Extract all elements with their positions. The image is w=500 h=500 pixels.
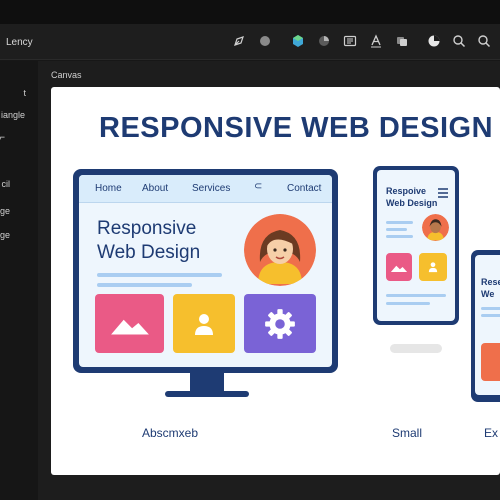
desktop-mockup: Home About Services ⊂ Contact Responsive… [73,169,338,373]
menu-icon [438,188,448,198]
cube-icon[interactable] [290,33,306,49]
pen-icon[interactable] [231,33,247,49]
canvas-headline: RESPONSIVE WEB DESIGN [99,112,494,144]
user-card [173,294,235,353]
panel-icon[interactable] [342,33,358,49]
tablet-screen: Respoive Web Design [377,170,455,321]
user-card [419,253,447,281]
nav-link-services[interactable]: Services [192,183,230,194]
tablet-label: Small [392,426,423,440]
chart-icon[interactable] [426,33,442,49]
text-placeholder-line [481,314,500,317]
canvas-label: Canvas [51,70,82,80]
nav-link-about[interactable]: About [142,183,168,194]
text-placeholder-line [386,235,413,238]
text-placeholder-line [386,221,413,224]
sidebar-item-text[interactable]: t [23,88,26,98]
text-icon[interactable] [368,33,384,49]
image-card [95,294,164,353]
phone-label: Ex [484,426,499,440]
avatar-icon [244,214,316,286]
app-window: Lency t iangle ⌐ cil ge ge Canvas RESPON… [0,0,500,500]
text-placeholder-line [386,294,446,297]
fill-icon[interactable] [316,33,332,49]
nav-link-home[interactable]: Home [95,183,122,194]
search-icon[interactable] [451,33,467,49]
settings-card [244,294,316,353]
phone-mockup: Rese We [471,250,500,402]
sidebar-item-pencil[interactable]: cil [2,179,11,189]
image-card [386,253,412,281]
text-placeholder-line [97,283,192,287]
tablet-shadow [390,344,442,353]
desktop-hero-title: Responsive Web Design [97,218,201,263]
text-placeholder-line [386,228,407,231]
tablet-title: Respoive Web Design [386,186,438,208]
phone-card [481,343,500,381]
sidebar-item-marker[interactable]: ⌐ [0,132,5,142]
zoom-icon[interactable] [476,33,492,49]
nav-link-contact[interactable]: Contact [287,183,321,194]
phone-screen: Rese We [475,255,500,395]
monitor-stand [190,373,224,393]
workspace: Canvas RESPONSIVE WEB DESIGN Home About … [38,61,500,500]
title-bar [0,0,500,24]
desktop-label: Abscmxeb [142,426,199,440]
canvas[interactable]: RESPONSIVE WEB DESIGN Home About Service… [51,87,500,475]
sidebar-item-image[interactable]: ge [0,206,10,216]
nav-divider-icon: ⊂ [254,181,263,192]
app-title: Lency [6,37,33,48]
monitor-base [165,391,249,397]
desktop-screen: Home About Services ⊂ Contact Responsive… [79,175,332,367]
tablet-mockup: Respoive Web Design [373,166,459,325]
sidebar: t iangle ⌐ cil ge ge [0,61,38,500]
circle-icon[interactable] [257,33,273,49]
text-placeholder-line [481,307,500,310]
layers-icon[interactable] [394,33,410,49]
text-placeholder-line [386,302,430,305]
sidebar-item-triangle[interactable]: iangle [1,110,25,120]
text-placeholder-line [97,273,222,277]
phone-title: Rese We [481,277,500,299]
toolbar: Lency [0,24,500,60]
desktop-nav: Home About Services ⊂ Contact [79,175,332,203]
sidebar-item-image-2[interactable]: ge [0,230,10,240]
avatar-icon [422,214,449,241]
